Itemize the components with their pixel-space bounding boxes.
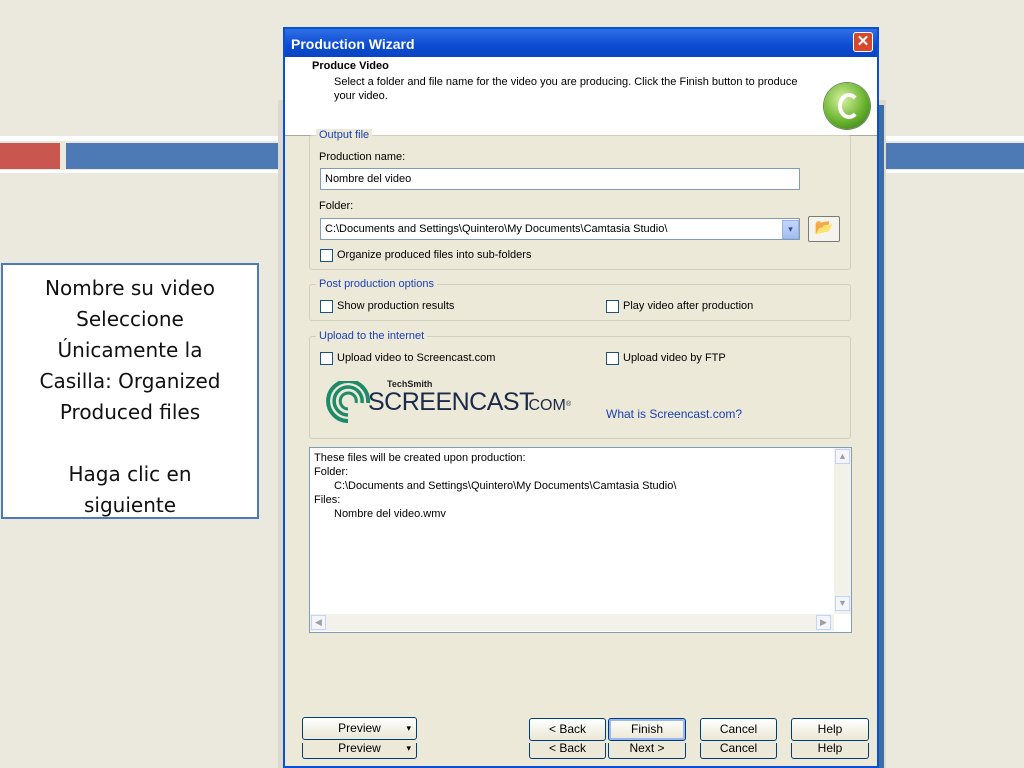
folder-label: Folder: [319,200,354,212]
chevron-down-icon: ▾ [406,723,411,733]
preview-duplicate-label: Preview [338,743,381,755]
callout-line: Nombre su video [45,276,215,300]
callout-line: Produced files [59,400,201,424]
post-production-legend: Post production options [316,278,437,290]
folder-value: C:\Documents and Settings\Quintero\My Do… [325,223,668,235]
organize-subfolders-label: Organize produced files into sub-folders [337,249,532,261]
summary-file-name: Nombre del video.wmv [334,508,446,520]
cancel-button-duplicate: Cancel [700,743,777,759]
back-button[interactable]: < Back [529,718,606,741]
instruction-callout: Nombre su video Seleccione Únicamente la… [1,263,259,519]
chevron-down-icon[interactable]: ▾ [782,220,799,239]
callout-line: Haga clic en [68,462,192,486]
slide-accent-blue-bar-left [66,143,278,169]
upload-legend: Upload to the internet [316,330,428,342]
browse-folder-button[interactable]: 📂 [808,216,840,242]
show-results-checkbox[interactable] [320,300,333,313]
next-button: Next > [608,743,686,759]
back-button-duplicate: < Back [529,743,606,759]
post-production-group: Post production options Show production … [309,278,851,321]
camtasia-logo-icon [824,83,870,129]
production-name-label: Production name: [319,151,406,163]
callout-spacer [3,428,257,459]
scroll-right-icon[interactable]: ▶ [816,615,831,630]
help-button[interactable]: Help [791,718,869,741]
what-is-screencast-link[interactable]: What is Screencast.com? [606,407,742,421]
preview-button-duplicate: Preview ▾ [302,743,417,759]
summary-folder-path: C:\Documents and Settings\Quintero\My Do… [334,480,677,492]
wizard-header: Produce Video Select a folder and file n… [285,57,877,136]
dialog-title: Production Wizard [291,36,415,52]
production-wizard-dialog: Production Wizard ✕ Produce Video Select… [283,27,879,768]
slide-accent-blue-bar-right [885,143,1024,169]
screencast-com-suffix: .COM [524,397,566,414]
upload-group: Upload to the internet Upload video to S… [309,330,851,439]
scroll-left-icon[interactable]: ◀ [311,615,326,630]
help-button-duplicate: Help [791,743,869,759]
summary-line: Folder: [314,466,349,478]
camtasia-logo-swirl [838,93,860,119]
finish-button[interactable]: Finish [608,718,686,741]
close-button[interactable]: ✕ [853,32,873,52]
scroll-up-icon[interactable]: ▲ [835,449,850,464]
callout-line: Casilla: Organized [39,369,221,393]
wizard-step-description: Select a folder and file name for the vi… [334,76,798,102]
production-summary-box: These files will be created upon product… [309,447,852,633]
cancel-button[interactable]: Cancel [700,718,777,741]
output-file-legend: Output file [316,129,373,141]
wizard-step-title: Produce Video [312,60,389,72]
upload-ftp-label: Upload video by FTP [623,352,726,364]
show-results-label: Show production results [337,300,455,312]
folder-open-icon: 📂 [814,219,834,236]
summary-line: Files: [314,494,341,506]
output-file-group: Output file Production name: Nombre del … [309,129,851,270]
slide-accent-red-bar [0,143,60,169]
organize-subfolders-checkbox[interactable] [320,249,333,262]
production-name-input[interactable]: Nombre del video [320,168,800,190]
screencast-waves-icon [326,381,371,423]
scroll-down-icon[interactable]: ▼ [835,596,850,611]
upload-ftp-checkbox[interactable] [606,352,619,365]
preview-label: Preview [338,721,381,735]
upload-screencast-label: Upload video to Screencast.com [337,352,496,364]
chevron-down-icon: ▾ [406,743,411,753]
registered-mark: ® [566,401,572,408]
play-video-checkbox[interactable] [606,300,619,313]
preview-button[interactable]: Preview ▾ [302,717,417,740]
callout-line: siguiente [83,493,177,517]
screencast-wordmark: SCREENCAST [368,388,534,416]
folder-combo[interactable]: C:\Documents and Settings\Quintero\My Do… [320,218,800,240]
screencast-logo: TechSmith SCREENCAST .COM ® [322,379,602,429]
callout-line: Seleccione [76,307,184,331]
play-video-label: Play video after production [623,300,754,312]
dialog-titlebar: Production Wizard ✕ [285,29,877,57]
callout-line: Únicamente la [57,338,203,362]
upload-screencast-checkbox[interactable] [320,352,333,365]
horizontal-scrollbar[interactable]: ◀ ▶ [310,614,834,631]
summary-line: These files will be created upon product… [314,452,526,464]
vertical-scrollbar[interactable]: ▲ ▼ [834,448,851,614]
